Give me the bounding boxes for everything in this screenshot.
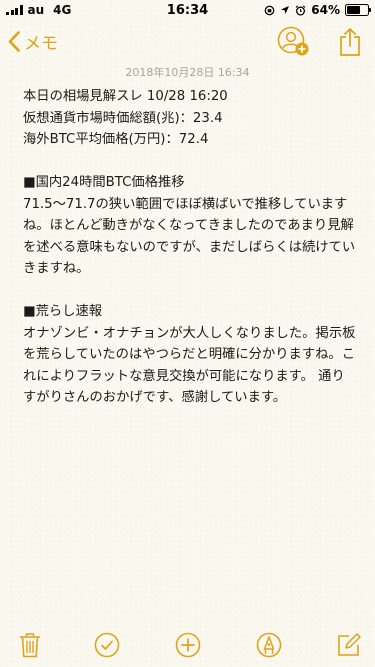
markup-button[interactable] (255, 631, 283, 659)
navigation-bar: メモ (0, 20, 375, 64)
add-person-icon[interactable] (277, 26, 311, 58)
markup-icon (256, 632, 282, 658)
battery-icon (345, 4, 371, 16)
trash-button[interactable] (16, 631, 44, 659)
status-bar: au 4G 16:34 64% (0, 0, 375, 20)
note-heading: ■国内24時間BTC価格推移 (23, 175, 185, 190)
note-line: 海外BTC平均価格(万円)：72.4 (23, 132, 209, 147)
note-body[interactable]: 本日の相場見解スレ 10/28 16:20 仮想通貨市場時価総額(兆)：23.4… (23, 86, 357, 409)
back-button[interactable]: メモ (8, 29, 58, 54)
add-icon (175, 632, 201, 658)
back-label: メモ (24, 34, 58, 54)
note-line: 仮想通貨市場時価総額(兆)：23.4 (23, 110, 223, 126)
trash-icon (20, 633, 40, 658)
add-button[interactable] (174, 631, 202, 659)
checklist-icon (94, 632, 120, 658)
compose-icon (338, 633, 361, 656)
note-heading: ■荒らし速報 (23, 304, 103, 319)
checklist-button[interactable] (93, 631, 121, 659)
battery-percent: 64% (311, 3, 340, 17)
chevron-left-icon (8, 31, 20, 52)
note-timestamp: 2018年10月28日 16:34 (125, 66, 250, 79)
location-icon (281, 6, 290, 14)
rotation-lock-icon (264, 5, 275, 15)
battery-fill (347, 6, 360, 14)
compose-button[interactable] (335, 631, 363, 659)
note-paragraph: 71.5～71.7の狭い範囲でほぼ横ばいで推移していますね。ほとんど動きがなくな… (23, 196, 356, 277)
note-paragraph: オナゾンビ・オナチョンが大人しくなりました。掲示板を荒らしていたのはやつらだと明… (23, 325, 356, 406)
bottom-toolbar (0, 623, 375, 667)
share-icon[interactable] (339, 27, 361, 57)
alarm-icon (295, 4, 306, 16)
note-line: 本日の相場見解スレ 10/28 16:20 (23, 89, 228, 104)
